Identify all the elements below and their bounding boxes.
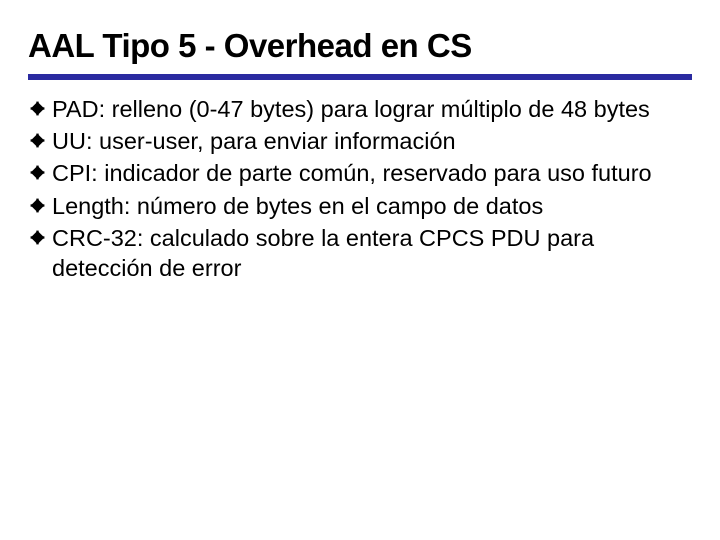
bullet-list: PAD: relleno (0-47 bytes) para lograr mú… — [28, 94, 692, 282]
slide: AAL Tipo 5 - Overhead en CS PAD: relleno… — [0, 0, 720, 540]
list-item-text: CPI: indicador de parte común, reservado… — [52, 158, 692, 188]
list-item: CRC-32: calculado sobre la entera CPCS P… — [30, 223, 692, 283]
list-item-text: UU: user-user, para enviar información — [52, 126, 692, 156]
bullet-icon — [30, 126, 52, 148]
list-item: Length: número de bytes en el campo de d… — [30, 191, 692, 221]
slide-title: AAL Tipo 5 - Overhead en CS — [28, 28, 692, 72]
bullet-icon — [30, 191, 52, 213]
bullet-icon — [30, 158, 52, 180]
bullet-icon — [30, 223, 52, 245]
list-item-text: Length: número de bytes en el campo de d… — [52, 191, 692, 221]
list-item-text: CRC-32: calculado sobre la entera CPCS P… — [52, 223, 692, 283]
list-item: PAD: relleno (0-47 bytes) para lograr mú… — [30, 94, 692, 124]
list-item: CPI: indicador de parte común, reservado… — [30, 158, 692, 188]
bullet-icon — [30, 94, 52, 116]
list-item-text: PAD: relleno (0-47 bytes) para lograr mú… — [52, 94, 692, 124]
list-item: UU: user-user, para enviar información — [30, 126, 692, 156]
title-underline — [28, 74, 692, 80]
